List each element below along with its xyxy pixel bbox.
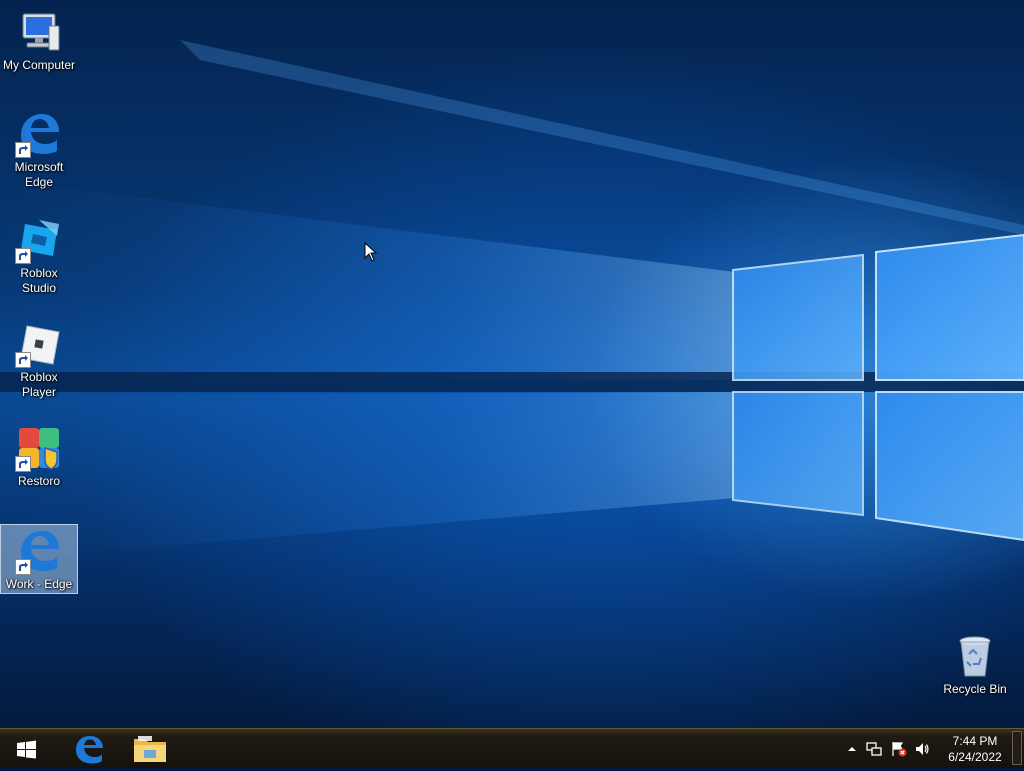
network-icon[interactable] (866, 741, 882, 757)
folder-icon (134, 736, 166, 762)
desktop-icon-label: Work - Edge (5, 577, 73, 591)
shortcut-arrow-icon (15, 456, 31, 472)
mouse-cursor-icon (364, 242, 378, 262)
taskbar-edge-button[interactable] (68, 732, 112, 766)
recycle-bin-icon (951, 632, 999, 680)
taskbar-clock[interactable]: 7:44 PM 6/24/2022 (940, 733, 1010, 765)
roblox-studio-icon (15, 216, 63, 264)
desktop-icon-microsoft-edge[interactable]: Microsoft Edge (0, 104, 78, 194)
restoro-icon (15, 424, 63, 472)
taskbar: 7:44 PM 6/24/2022 (0, 728, 1024, 768)
desktop-icon-label: Recycle Bin (943, 682, 1007, 696)
desktop-icon-label: Roblox Studio (20, 266, 58, 295)
windows-logo-icon (17, 740, 36, 759)
desktop-icon-recycle-bin[interactable]: Recycle Bin (936, 626, 1014, 698)
desktop-icon-restoro[interactable]: Restoro (0, 418, 78, 490)
desktop-icon-label: My Computer (2, 58, 76, 72)
desktop-wallpaper[interactable] (0, 0, 1024, 728)
desktop-icon-label: Roblox Player (20, 370, 58, 399)
desktop-icon-roblox-studio[interactable]: Roblox Studio (0, 210, 78, 295)
clock-date: 6/24/2022 (948, 750, 1002, 764)
shortcut-arrow-icon (15, 352, 31, 368)
desktop-icon-label: Restoro (17, 474, 61, 488)
chevron-up-icon[interactable] (844, 741, 860, 757)
edge-icon (76, 736, 103, 764)
show-desktop-button[interactable] (1012, 731, 1022, 765)
computer-icon (15, 8, 63, 56)
edge-icon (15, 110, 63, 158)
desktop-icon-work-edge[interactable]: Work - Edge (0, 524, 78, 594)
taskbar-file-explorer-button[interactable] (128, 732, 172, 766)
shortcut-arrow-icon (15, 248, 31, 264)
volume-icon[interactable] (914, 741, 930, 757)
shortcut-arrow-icon (15, 559, 31, 575)
shortcut-arrow-icon (15, 142, 31, 158)
clock-time: 7:44 PM (952, 734, 998, 748)
desktop-icon-roblox-player[interactable]: Roblox Player (0, 314, 78, 399)
desktop-icon-label: Microsoft Edge (14, 160, 64, 189)
edge-icon (15, 527, 63, 575)
roblox-player-icon (15, 320, 63, 368)
start-button[interactable] (8, 735, 44, 765)
desktop-icon-my-computer[interactable]: My Computer (0, 2, 78, 74)
action-center-flag-icon[interactable] (891, 741, 907, 757)
